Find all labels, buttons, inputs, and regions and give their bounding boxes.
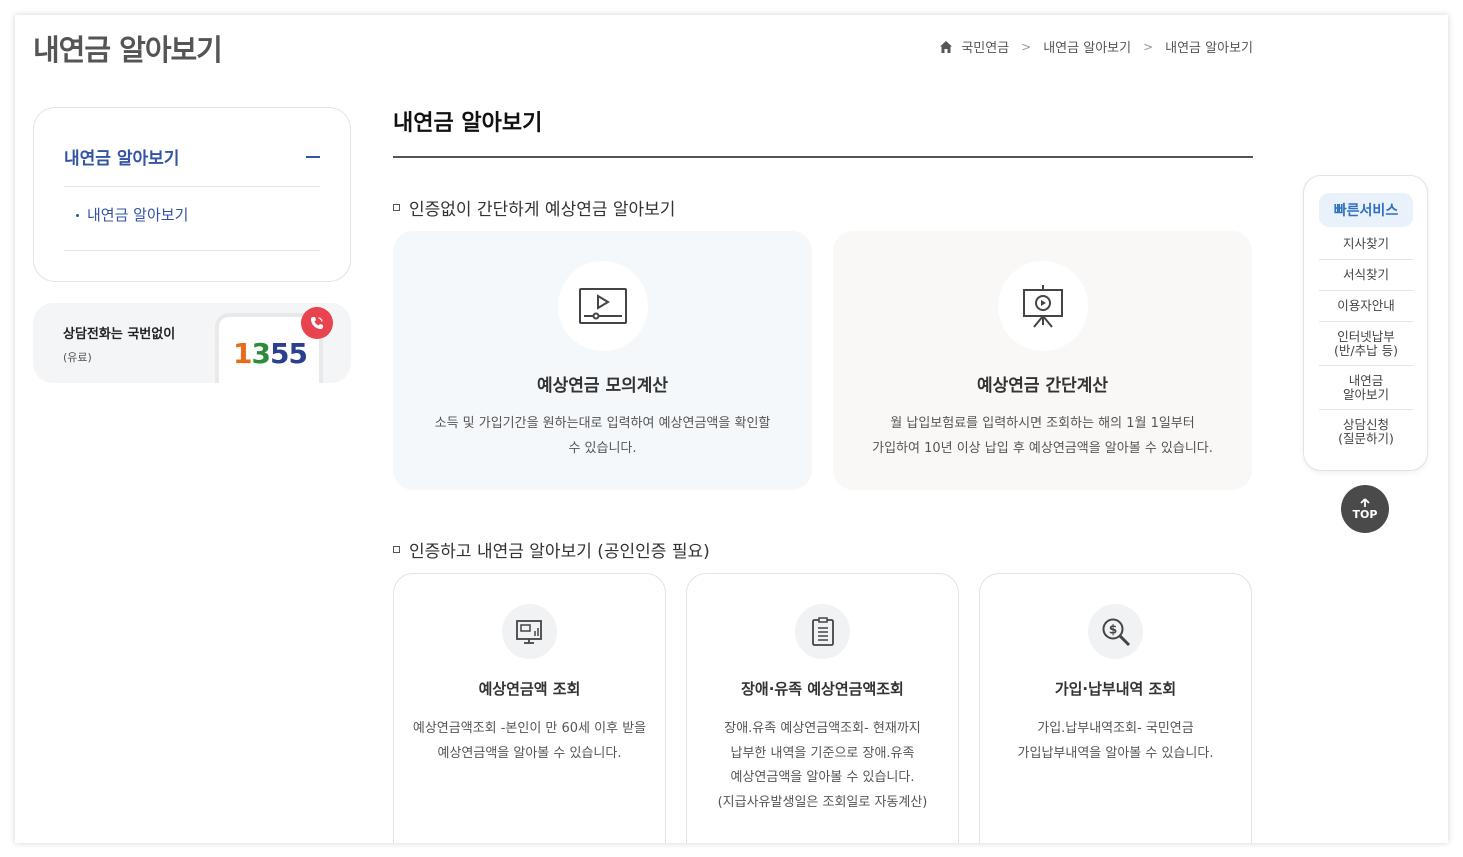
presentation-play-icon — [1023, 285, 1063, 328]
page-frame: 내연금 알아보기 국민연금 > 내연금 알아보기 > 내연금 알아보기 내연금 … — [15, 15, 1448, 843]
icon-circle — [558, 261, 648, 351]
content-title: 내연금 알아보기 — [393, 111, 543, 136]
quick-service-panel: 빠른서비스 지사찾기 서식찾기 이용자안내 인터넷납부 (반/추납 등) 내연금 알… — [1303, 175, 1428, 471]
call-banner-note: (유료) — [63, 351, 92, 364]
call-banner: 상담전화는 국번없이 (유료) 1355 — [33, 303, 351, 383]
card-title: 예상연금 모의계산 — [536, 376, 669, 396]
svg-text:$: $ — [1108, 622, 1116, 636]
home-icon[interactable] — [939, 40, 953, 54]
icon-circle: $ — [1088, 604, 1143, 659]
call-number: 1355 — [233, 337, 308, 370]
card-simple-calc[interactable]: 예상연금 간단계산 월 납입보험료를 입력하시면 조회하는 해의 1월 1일부터… — [833, 231, 1252, 490]
quick-item-consult[interactable]: 상담신청 (질문하기) — [1319, 410, 1413, 453]
divider — [393, 156, 1253, 158]
card-desc: 월 납입보험료를 입력하시면 조회하는 해의 1월 1일부터 가입하여 10년 … — [872, 416, 1213, 456]
card-simulation[interactable]: 예상연금 모의계산 소득 및 가입기간을 원하는대로 입력하여 예상연금액을 확… — [393, 231, 812, 490]
bullet-icon — [76, 214, 79, 217]
card-payment-history-inquiry[interactable]: $ 가입·납부내역 조회 가입.납부내역조회- 국민연금 가입납부내역을 알아볼… — [979, 573, 1252, 843]
icon-circle — [502, 604, 557, 659]
quick-item-user-guide[interactable]: 이용자안내 — [1319, 291, 1413, 322]
card-title: 예상연금 간단계산 — [976, 376, 1109, 396]
money-search-icon: $ — [1102, 618, 1130, 646]
side-menu-title: 내연금 알아보기 — [64, 149, 180, 169]
card-disability-survivor-inquiry[interactable]: 장애·유족 예상연금액조회 장애.유족 예상연금액조회- 현재까지 납부한 내역… — [686, 573, 959, 843]
quick-item-branch[interactable]: 지사찾기 — [1319, 229, 1413, 260]
section-title-1: 인증없이 간단하게 예상연금 알아보기 — [393, 195, 675, 220]
call-banner-text: 상담전화는 국번없이 — [63, 327, 176, 342]
page-title: 내연금 알아보기 — [33, 33, 223, 67]
card-desc: 소득 및 가입기간을 원하는대로 입력하여 예상연금액을 확인할 수 있습니다. — [434, 416, 771, 456]
side-menu-header[interactable]: 내연금 알아보기 — [64, 144, 320, 187]
side-menu: 내연금 알아보기 내연금 알아보기 — [33, 107, 351, 282]
phone-call-icon[interactable] — [301, 307, 333, 339]
card-desc: 가입.납부내역조회- 국민연금 가입납부내역을 알아볼 수 있습니다. — [1017, 721, 1214, 761]
square-bullet-icon — [393, 204, 400, 211]
card-title: 장애·유족 예상연금액조회 — [741, 680, 904, 698]
icon-circle — [998, 261, 1088, 351]
breadcrumb: 국민연금 > 내연금 알아보기 > 내연금 알아보기 — [939, 37, 1253, 56]
card-title: 가입·납부내역 조회 — [1054, 680, 1177, 698]
card-desc: 장애.유족 예상연금액조회- 현재까지 납부한 내역을 기준으로 장애.유족 예… — [717, 721, 928, 810]
card-desc: 예상연금액조회 -본인이 만 60세 이후 받을 예상연금액을 알아볼 수 있습… — [412, 721, 647, 761]
chevron-right-icon: > — [1021, 39, 1032, 54]
video-play-icon — [579, 288, 627, 324]
icon-circle — [795, 604, 850, 659]
arrow-up-icon — [1360, 497, 1370, 507]
quick-item-forms[interactable]: 서식찾기 — [1319, 260, 1413, 291]
side-menu-item-label: 내연금 알아보기 — [87, 206, 189, 224]
side-menu-item[interactable]: 내연금 알아보기 — [64, 204, 320, 251]
quick-item-internet-payment[interactable]: 인터넷납부 (반/추납 등) — [1319, 322, 1413, 366]
square-bullet-icon — [393, 546, 400, 553]
quick-service-title: 빠른서비스 — [1319, 193, 1413, 227]
section-title-2: 인증하고 내연금 알아보기 (공인인증 필요) — [393, 537, 710, 562]
breadcrumb-item-3[interactable]: 내연금 알아보기 — [1165, 37, 1253, 56]
clipboard-icon — [811, 616, 834, 646]
breadcrumb-item-2[interactable]: 내연금 알아보기 — [1043, 37, 1131, 56]
breadcrumb-item-1[interactable]: 국민연금 — [961, 37, 1009, 56]
chevron-right-icon: > — [1143, 39, 1154, 54]
monitor-chart-icon — [515, 619, 542, 644]
card-title: 예상연금액 조회 — [478, 680, 581, 698]
minus-icon[interactable] — [306, 156, 320, 158]
top-button[interactable]: TOP — [1341, 485, 1389, 533]
quick-item-my-pension[interactable]: 내연금 알아보기 — [1319, 366, 1413, 410]
card-pension-inquiry[interactable]: 예상연금액 조회 예상연금액조회 -본인이 만 60세 이후 받을 예상연금액을… — [393, 573, 666, 843]
